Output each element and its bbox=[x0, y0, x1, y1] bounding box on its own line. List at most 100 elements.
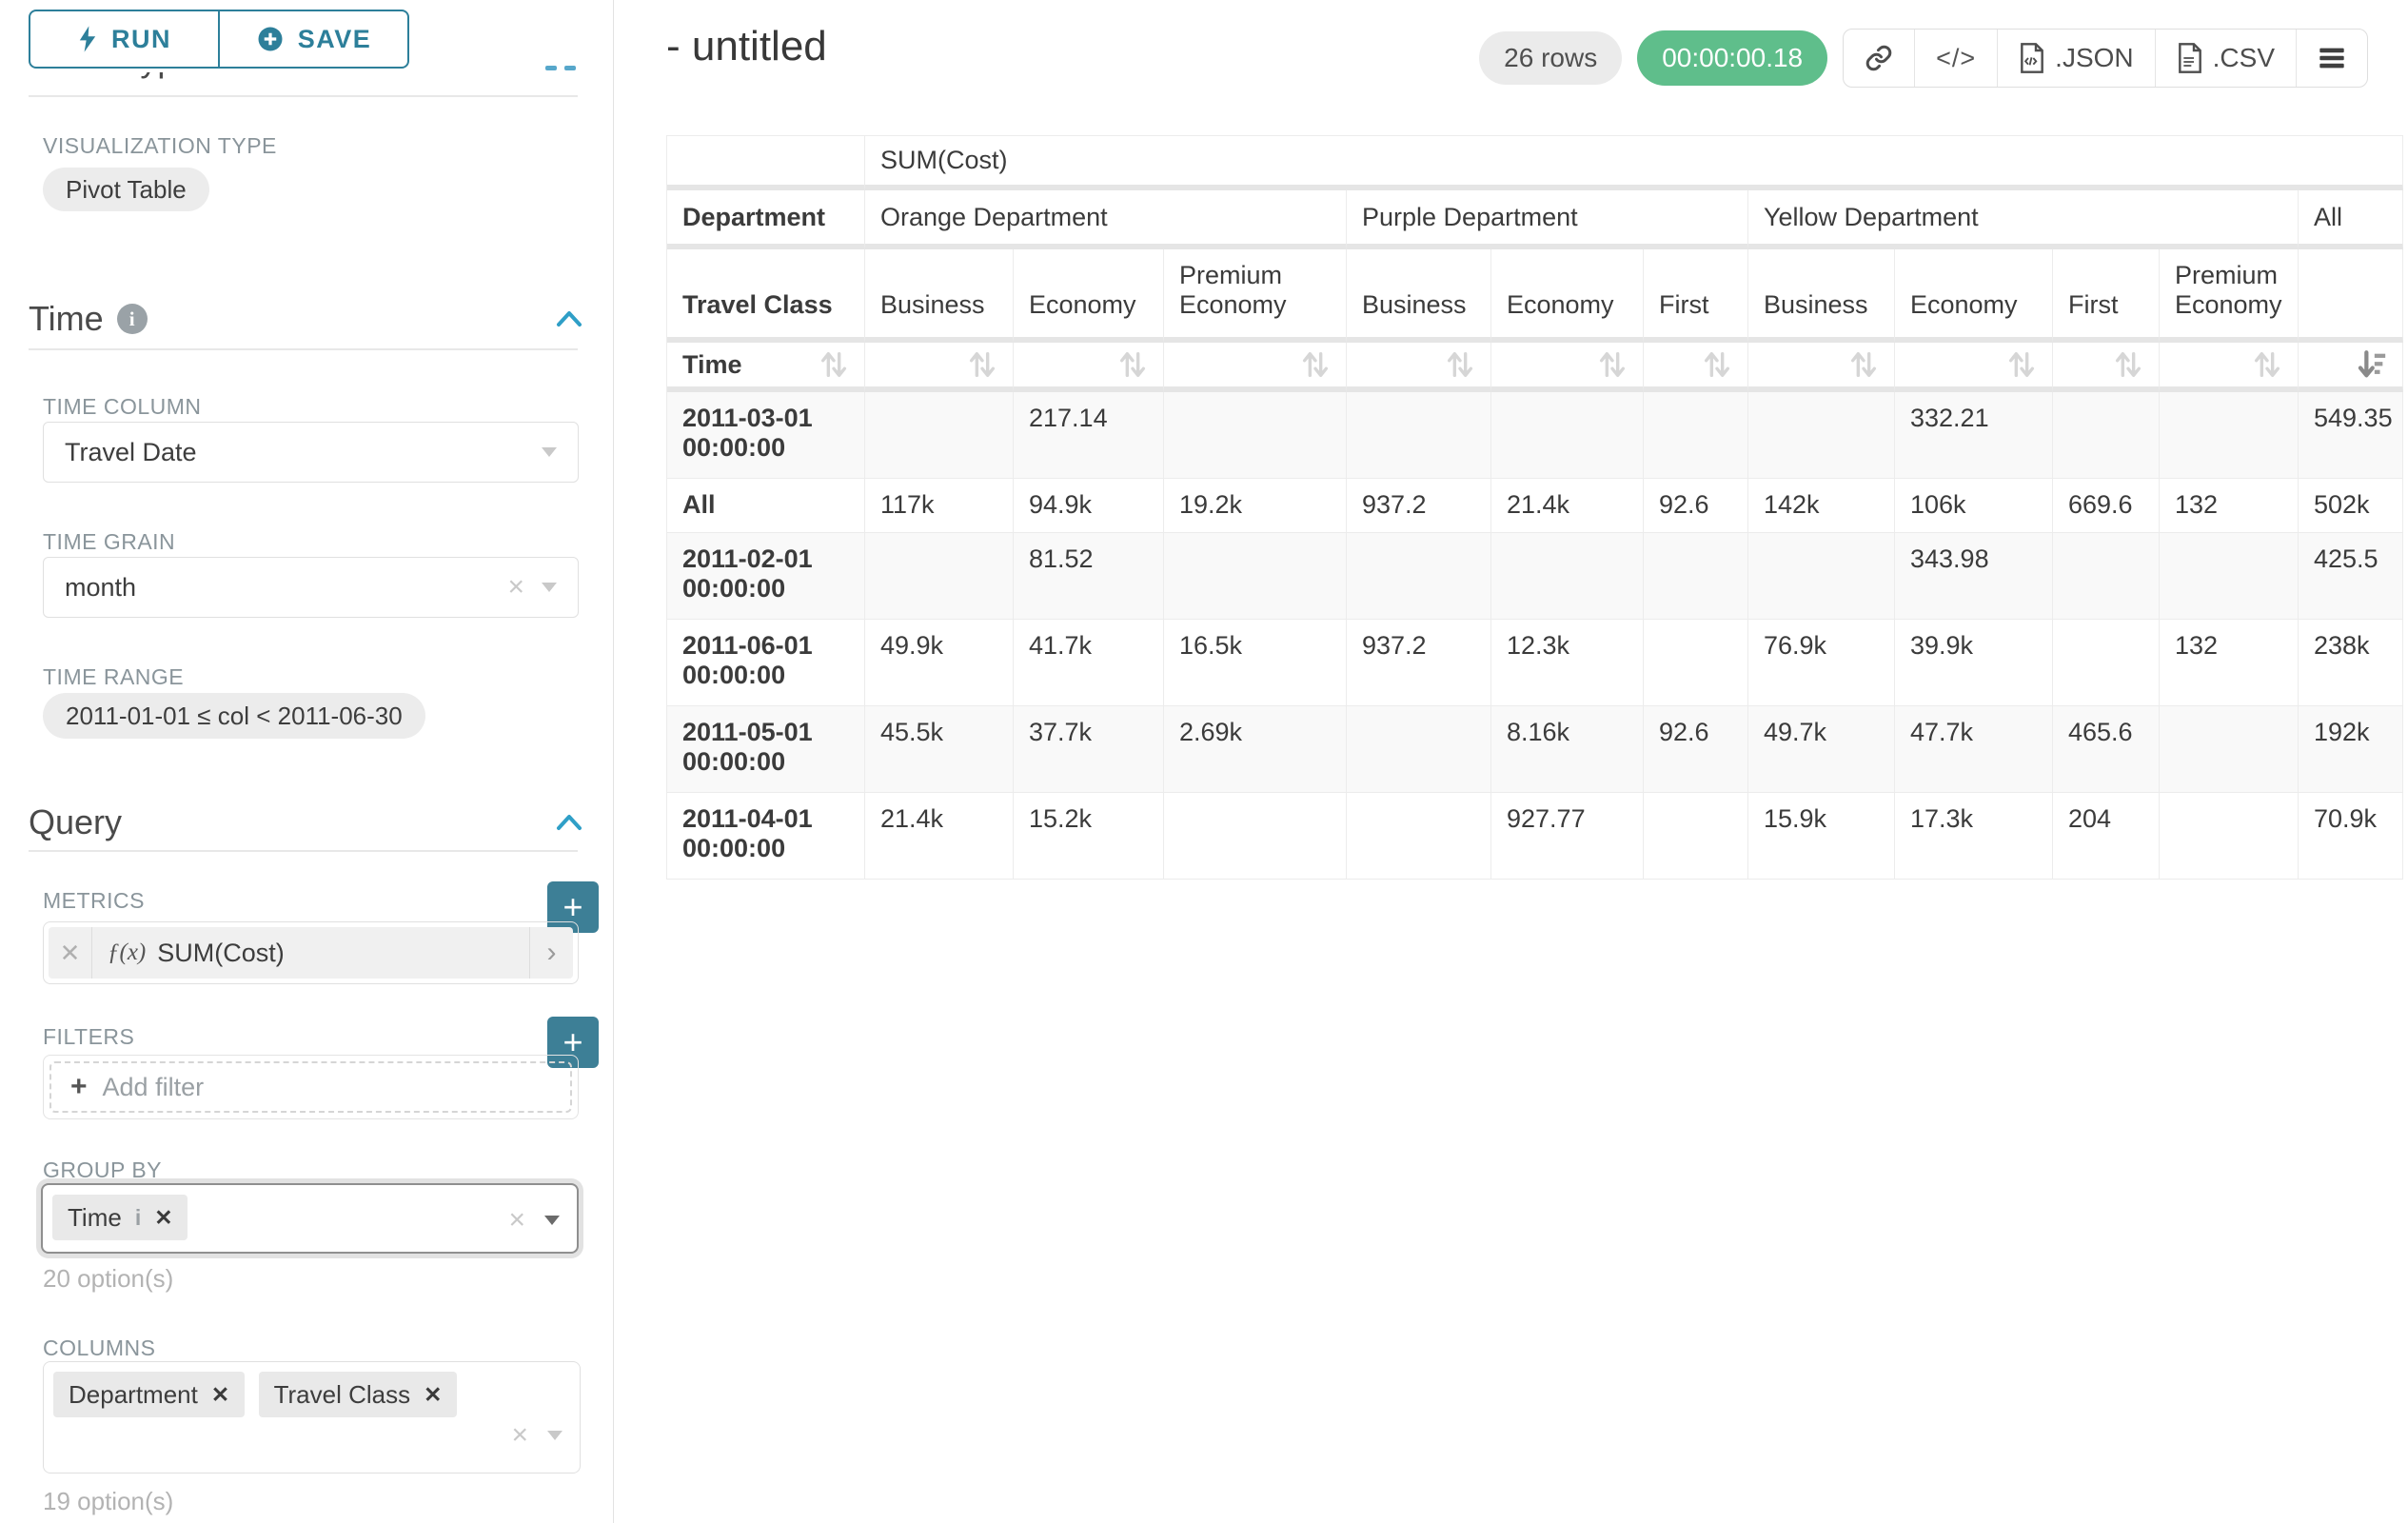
row-count-badge: 26 rows bbox=[1479, 31, 1622, 85]
time-section-heading: Time i bbox=[29, 299, 148, 339]
pivot-value-cell: 117k bbox=[865, 479, 1014, 533]
remove-tag-icon[interactable]: ✕ bbox=[424, 1382, 442, 1408]
collapse-chevron-icon[interactable] bbox=[555, 812, 583, 833]
pivot-value-cell: 70.9k bbox=[2299, 793, 2403, 880]
column-sort-header[interactable] bbox=[865, 343, 1014, 392]
chevron-down-icon bbox=[542, 583, 557, 592]
column-sort-header[interactable] bbox=[1491, 343, 1644, 392]
pivot-value-cell: 94.9k bbox=[1014, 479, 1164, 533]
remove-metric-icon[interactable]: ✕ bbox=[49, 927, 92, 979]
columns-select[interactable]: Department ✕ Travel Class ✕ × bbox=[43, 1361, 581, 1474]
chevron-right-icon[interactable]: › bbox=[529, 927, 573, 979]
run-button[interactable]: RUN bbox=[29, 10, 219, 69]
add-filter-button[interactable]: + Add filter bbox=[49, 1061, 572, 1113]
link-icon bbox=[1865, 44, 1893, 72]
run-save-toolbar: RUN SAVE bbox=[0, 0, 613, 72]
pivot-value-cell bbox=[1164, 793, 1347, 880]
sort-toggle-icon[interactable] bbox=[1117, 348, 1148, 381]
pivot-table: SUM(Cost)DepartmentOrange DepartmentPurp… bbox=[666, 135, 2403, 880]
pivot-value-cell: 15.2k bbox=[1014, 793, 1164, 880]
sort-toggle-icon[interactable] bbox=[1597, 348, 1628, 381]
travel-class-header: Premium Economy bbox=[2160, 249, 2299, 343]
row-time-label: All bbox=[667, 479, 865, 533]
sort-toggle-icon[interactable] bbox=[819, 348, 849, 381]
collapse-chevron-icon[interactable] bbox=[555, 308, 583, 329]
columns-options-count: 19 option(s) bbox=[43, 1487, 173, 1516]
pivot-value-cell: 332.21 bbox=[1895, 392, 2053, 479]
sort-toggle-icon[interactable] bbox=[1702, 348, 1732, 381]
pivot-value-cell: 47.7k bbox=[1895, 706, 2053, 793]
sort-toggle-icon[interactable] bbox=[2006, 348, 2037, 381]
column-sort-header[interactable] bbox=[2299, 343, 2403, 392]
export-csv-button[interactable]: .CSV bbox=[2155, 30, 2296, 87]
info-icon[interactable]: i bbox=[117, 304, 148, 334]
column-sort-header[interactable] bbox=[1014, 343, 1164, 392]
pivot-value-cell: 217.14 bbox=[1014, 392, 1164, 479]
column-sort-header[interactable] bbox=[2160, 343, 2299, 392]
chevron-down-icon[interactable] bbox=[547, 1431, 563, 1440]
time-range-pill[interactable]: 2011-01-01 ≤ col < 2011-06-30 bbox=[43, 693, 425, 739]
pivot-value-cell bbox=[1164, 392, 1347, 479]
export-json-button[interactable]: .JSON bbox=[1997, 30, 2154, 87]
column-sort-header[interactable] bbox=[1347, 343, 1491, 392]
travel-class-header: Economy bbox=[1491, 249, 1644, 343]
pivot-value-cell: 204 bbox=[2053, 793, 2160, 880]
info-icon[interactable]: i bbox=[135, 1205, 141, 1231]
sort-toggle-icon[interactable] bbox=[2252, 348, 2282, 381]
pivot-value-cell: 343.98 bbox=[1895, 533, 2053, 620]
plus-icon: + bbox=[70, 1071, 88, 1103]
visualization-type-label: VISUALIZATION TYPE bbox=[43, 133, 277, 159]
chart-title[interactable]: - untitled bbox=[666, 23, 827, 70]
metrics-box: ✕ ƒ(x) SUM(Cost) › bbox=[43, 921, 579, 984]
column-sort-header[interactable] bbox=[1895, 343, 2053, 392]
view-query-button[interactable]: </> bbox=[1914, 30, 1997, 87]
column-sort-header[interactable] bbox=[1164, 343, 1347, 392]
metric-pill[interactable]: ✕ ƒ(x) SUM(Cost) › bbox=[49, 927, 573, 979]
columns-tag: Department ✕ bbox=[53, 1372, 245, 1417]
chevron-down-icon[interactable] bbox=[544, 1216, 560, 1225]
pivot-value-cell bbox=[1644, 392, 1748, 479]
column-sort-header[interactable] bbox=[1748, 343, 1895, 392]
time-sort-header[interactable]: Time bbox=[667, 343, 865, 392]
time-grain-select[interactable]: month × bbox=[43, 557, 579, 618]
sort-toggle-icon[interactable] bbox=[2113, 348, 2143, 381]
clear-icon[interactable]: × bbox=[507, 573, 524, 602]
travel-class-header bbox=[2299, 249, 2403, 343]
json-file-icon bbox=[2019, 43, 2045, 73]
time-column-select[interactable]: Travel Date bbox=[43, 422, 579, 483]
sort-toggle-icon[interactable] bbox=[967, 348, 997, 381]
sort-descending-active-icon[interactable] bbox=[2357, 348, 2387, 381]
remove-tag-icon[interactable]: ✕ bbox=[211, 1382, 229, 1408]
pivot-data-row: 2011-02-01 00:00:0081.52343.98425.5 bbox=[667, 533, 2403, 620]
column-sort-header[interactable] bbox=[1644, 343, 1748, 392]
row-time-label: 2011-06-01 00:00:00 bbox=[667, 620, 865, 706]
hamburger-menu-icon bbox=[2318, 46, 2346, 70]
plus-circle-icon bbox=[256, 25, 285, 53]
row-time-label: 2011-02-01 00:00:00 bbox=[667, 533, 865, 620]
viz-type-pill[interactable]: Pivot Table bbox=[43, 168, 209, 211]
sort-toggle-icon[interactable] bbox=[1445, 348, 1475, 381]
department-group-header: All bbox=[2299, 190, 2403, 249]
column-sort-header[interactable] bbox=[2053, 343, 2160, 392]
pivot-value-cell bbox=[1644, 620, 1748, 706]
more-options-button[interactable] bbox=[2296, 30, 2367, 87]
row-time-label: 2011-03-01 00:00:00 bbox=[667, 392, 865, 479]
sort-toggle-icon[interactable] bbox=[1848, 348, 1879, 381]
group-by-select[interactable]: Time i ✕ × bbox=[41, 1183, 579, 1254]
clear-icon[interactable]: × bbox=[508, 1206, 525, 1235]
remove-tag-icon[interactable]: ✕ bbox=[154, 1205, 172, 1231]
metrics-label: METRICS bbox=[43, 888, 145, 914]
pivot-value-cell: 502k bbox=[2299, 479, 2403, 533]
group-by-label: GROUP BY bbox=[43, 1157, 162, 1183]
department-group-header: Orange Department bbox=[865, 190, 1347, 249]
save-button[interactable]: SAVE bbox=[219, 10, 409, 69]
share-link-button[interactable] bbox=[1844, 30, 1914, 87]
clear-icon[interactable]: × bbox=[511, 1421, 528, 1450]
sort-toggle-icon[interactable] bbox=[1300, 348, 1331, 381]
department-axis-label: Department bbox=[667, 190, 865, 249]
pivot-value-cell: 21.4k bbox=[1491, 479, 1644, 533]
pivot-value-cell: 49.7k bbox=[1748, 706, 1895, 793]
chevron-down-icon bbox=[542, 447, 557, 457]
chart-panel: - untitled 26 rows 00:00:00.18 </> .JSON… bbox=[615, 0, 2408, 1523]
pivot-value-cell: 132 bbox=[2160, 479, 2299, 533]
